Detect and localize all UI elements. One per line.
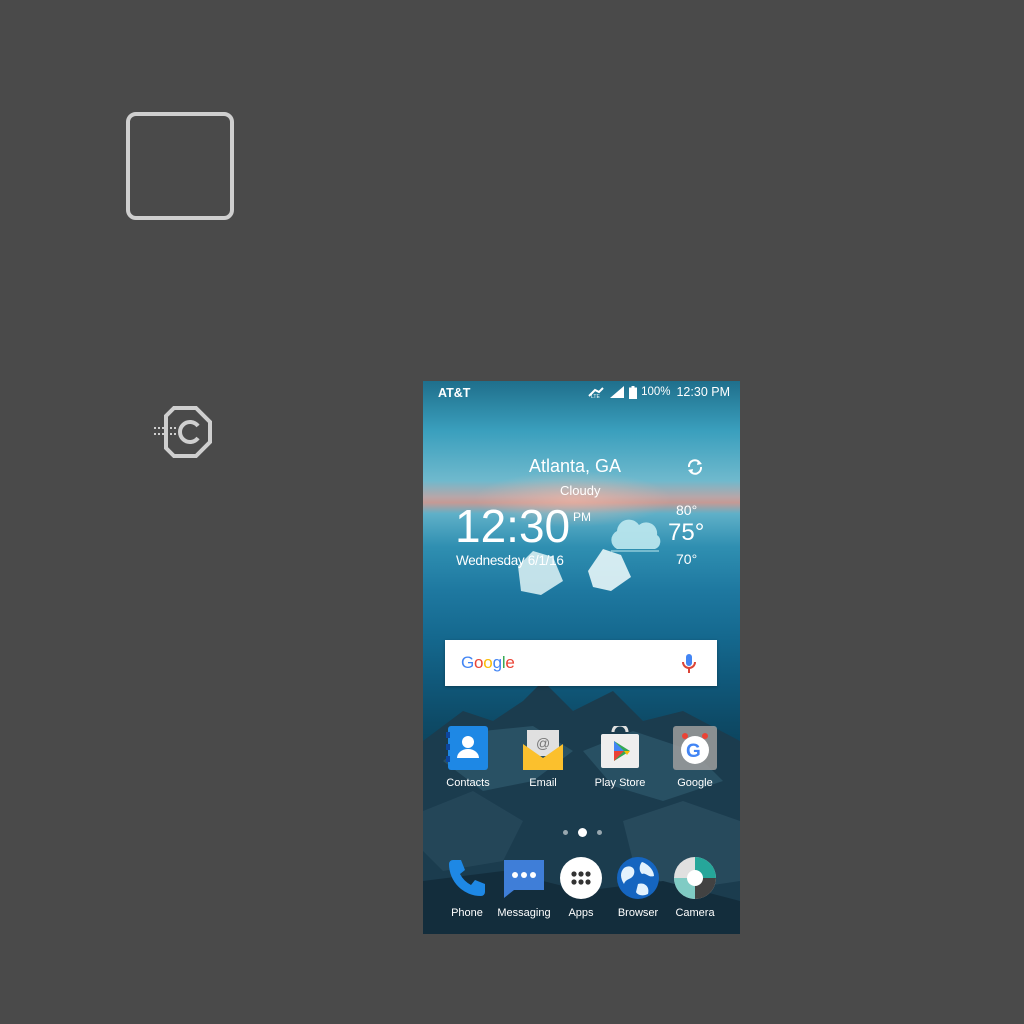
app-label: Contacts (446, 777, 490, 789)
email-icon: @ (523, 730, 563, 770)
messaging-icon (504, 860, 544, 898)
app-label: Google (677, 777, 713, 789)
svg-text:G: G (686, 741, 701, 762)
dock-phone[interactable]: Phone (437, 856, 497, 919)
battery-icon (629, 385, 638, 399)
contacts-icon (446, 726, 488, 770)
google-search-bar[interactable]: Google (445, 640, 717, 686)
app-label: Browser (617, 907, 659, 919)
play-store-icon (601, 723, 639, 768)
app-email[interactable]: @ Email (513, 726, 573, 789)
clock-date: Wednesday 6/1/16 (456, 553, 564, 568)
app-label: Apps (568, 907, 594, 919)
overview-square-button[interactable] (126, 112, 234, 220)
google-folder-icon: G (673, 726, 717, 770)
temp-current: 75° (668, 519, 705, 546)
lte-data-icon: LTE (588, 387, 604, 398)
app-label: Camera (675, 907, 715, 919)
cloud-icon (611, 519, 661, 552)
browser-icon (617, 857, 659, 899)
app-google-folder[interactable]: G Google (665, 726, 725, 789)
app-label: Messaging (497, 907, 551, 919)
camera-icon (674, 857, 716, 899)
clock-ampm: PM (573, 510, 591, 524)
app-label: Email (529, 777, 557, 789)
page-dot-current[interactable] (578, 828, 587, 837)
app-contacts[interactable]: Contacts (438, 726, 498, 789)
battery-percent: 100% (641, 386, 671, 398)
temp-high: 80° (676, 502, 698, 518)
signal-icon (610, 386, 625, 398)
apps-icon (560, 857, 602, 899)
status-time: 12:30 PM (676, 385, 730, 399)
app-label: Play Store (594, 777, 646, 789)
page-dot[interactable] (597, 830, 602, 835)
google-logo: Google (461, 653, 515, 672)
status-bar: AT&T LTE 100% 12:30 PM (423, 381, 740, 405)
phone-icon (449, 860, 485, 896)
connect-icon[interactable] (152, 404, 218, 460)
refresh-icon[interactable] (685, 457, 705, 477)
app-play-store[interactable]: Play Store (590, 723, 650, 789)
mic-icon[interactable] (682, 653, 696, 675)
dock-apps[interactable]: Apps (551, 856, 611, 919)
temp-low: 70° (676, 551, 698, 567)
dock-messaging[interactable]: Messaging (494, 856, 554, 919)
page-indicator (563, 828, 602, 837)
dock-browser[interactable]: Browser (608, 856, 668, 919)
dock-camera[interactable]: Camera (665, 856, 725, 919)
svg-text:@: @ (536, 735, 550, 751)
clock-time[interactable]: 12:30 (455, 499, 570, 553)
app-label: Phone (451, 907, 483, 919)
weather-condition: Cloudy (560, 483, 601, 498)
page-dot[interactable] (563, 830, 568, 835)
weather-city[interactable]: Atlanta, GA (529, 456, 621, 477)
svg-text:LTE: LTE (591, 394, 600, 398)
carrier-label: AT&T (438, 386, 471, 400)
phone-screen: AT&T LTE 100% 12:30 PM Atlanta, GA Cloud… (423, 381, 740, 934)
